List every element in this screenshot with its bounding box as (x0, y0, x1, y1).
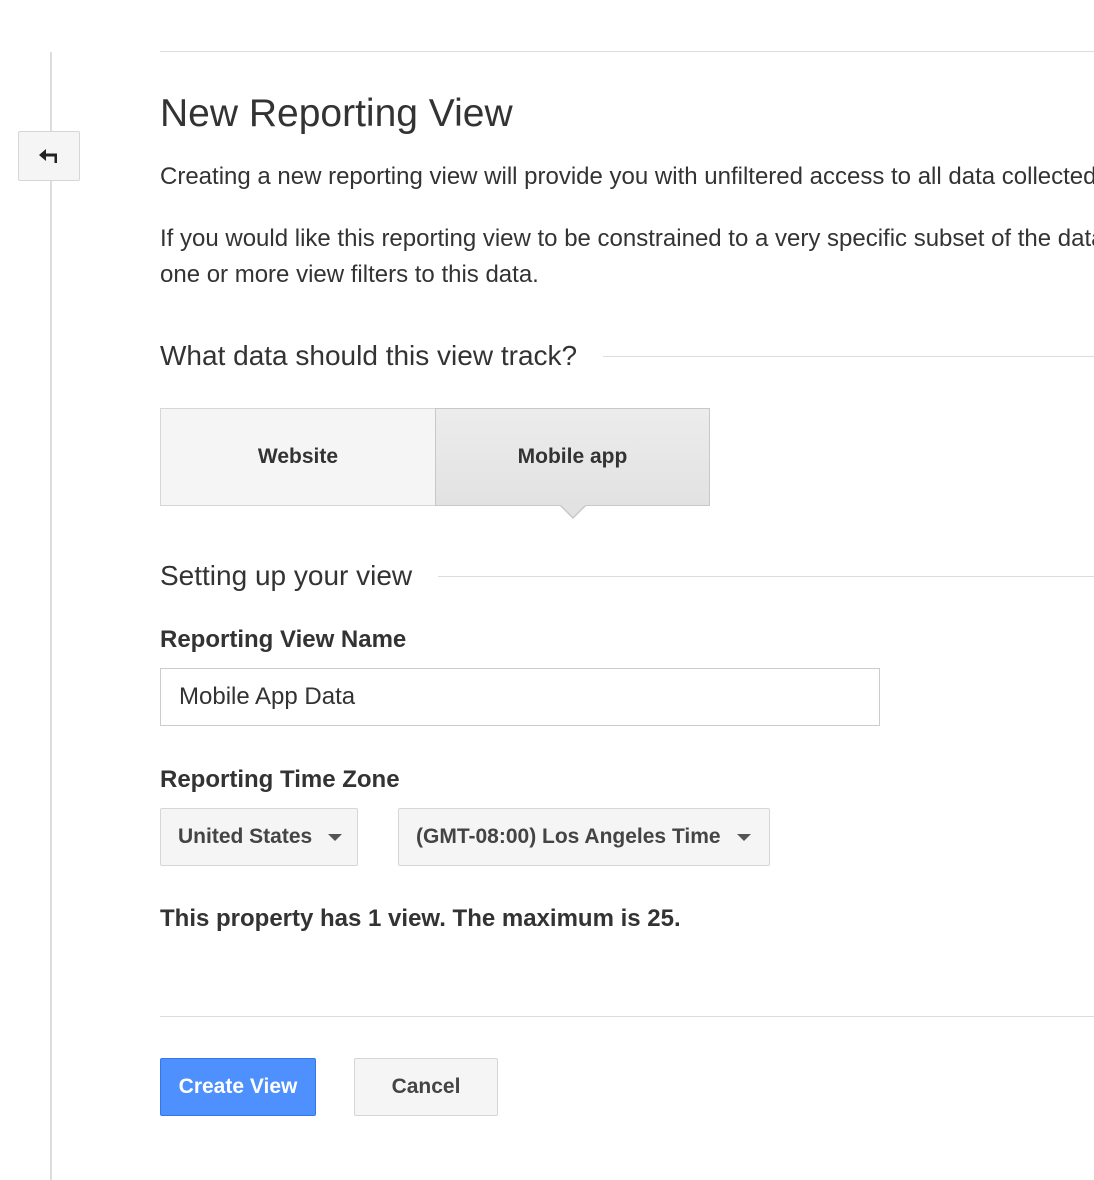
chevron-down-icon (328, 833, 343, 841)
page-title: New Reporting View (160, 92, 513, 135)
track-section-title: What data should this view track? (160, 340, 578, 371)
mobile-app-option-label: Mobile app (517, 445, 628, 468)
vertical-divider (50, 52, 52, 1180)
bottom-divider (160, 1016, 1094, 1017)
view-limit-note: This property has 1 view. The maximum is… (160, 905, 681, 932)
website-option-button[interactable]: Website (160, 408, 435, 506)
back-arrow-icon (35, 146, 63, 166)
setup-section-heading: Setting up your view (160, 557, 1094, 595)
data-type-toggle: Website Mobile app (160, 408, 710, 519)
setup-section-divider (438, 575, 1094, 577)
filter-description: If you would like this reporting view to… (160, 221, 1094, 293)
cancel-button[interactable]: Cancel (354, 1058, 498, 1116)
view-name-label: Reporting View Name (160, 626, 407, 653)
selected-caret-fill (561, 505, 585, 517)
setup-section-title: Setting up your view (160, 560, 413, 591)
time-zone-label: Reporting Time Zone (160, 766, 400, 793)
filter-description-line-2: one or more view filters to this data. (160, 261, 539, 288)
website-option-label: Website (257, 445, 339, 468)
intro-text: Creating a new reporting view will provi… (160, 163, 1094, 190)
time-zone-dropdown[interactable]: (GMT-08:00) Los Angeles Time (398, 808, 770, 866)
create-view-label: Create View (178, 1075, 298, 1098)
main-content: New Reporting View Creating a new report… (160, 0, 1094, 1180)
mobile-app-option-button[interactable]: Mobile app (435, 408, 710, 519)
track-section-divider (603, 355, 1094, 357)
time-zone-dropdown-value: (GMT-08:00) Los Angeles Time (416, 825, 721, 848)
back-button[interactable] (18, 131, 80, 181)
top-divider (160, 51, 1094, 52)
track-section-heading: What data should this view track? (160, 337, 1094, 375)
cancel-label: Cancel (391, 1075, 461, 1098)
country-dropdown[interactable]: United States (160, 808, 358, 866)
create-view-button[interactable]: Create View (160, 1058, 316, 1116)
page: New Reporting View Creating a new report… (0, 0, 1094, 1180)
country-dropdown-value: United States (178, 825, 313, 848)
filter-description-line-1: If you would like this reporting view to… (160, 225, 1094, 252)
chevron-down-icon (736, 833, 751, 841)
view-name-input[interactable] (160, 668, 880, 726)
